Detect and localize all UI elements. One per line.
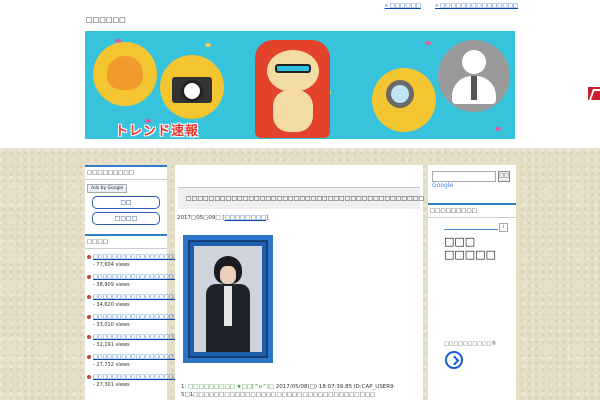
ad-block[interactable]: i □□□ □□□□□ □□□□□□□□□□® [436, 223, 508, 373]
ranking-views: - 38,909 views [93, 282, 130, 288]
ads-by-google[interactable]: Ads by Google [87, 184, 128, 193]
ad-text-line1: □□□ [444, 235, 476, 248]
banner-logo: トレンド速報 [115, 124, 200, 139]
heart-decoration [205, 43, 211, 47]
ranking-list: □□□□□□□□□□□□□□□□□□□□□□□□□ - 77,604 views… [85, 253, 211, 389]
site-title[interactable]: □□□□□□ [86, 16, 126, 24]
ranking-views: - 32,191 views [93, 342, 130, 348]
right-widget-title: □□□□□□□□□ [428, 203, 516, 218]
bullet-icon [87, 315, 91, 319]
main-content: □□□□□□□□□□□□□□□□□□□□□□□□□□□□□□□□□□□□□□□□… [175, 165, 424, 400]
google-logo: Google [432, 182, 454, 189]
list-item: □□□□□□□□□□□□□□□□□□□□□□□□ - 33,010 views [87, 313, 206, 329]
ad-text-line2: □□□□□ [444, 248, 496, 261]
ad-line [444, 229, 498, 230]
ranking-title: □□□□ [85, 234, 167, 249]
list-item: □□□□□□□□□□□□□□□□□□□□□□□□ - 27,301 views [87, 373, 206, 389]
sidebar-button-2[interactable]: □□□□ [92, 212, 160, 225]
bullet-icon [87, 335, 91, 339]
post-photo-frame [183, 235, 273, 363]
comment-name: □□□□□□□□□ ★□□[^o^]□ [188, 384, 275, 390]
sidebar-button-1[interactable]: □□ [92, 196, 160, 209]
list-item: □□□□□□□□□□□□□□□□□□□□□□□□ - 32,191 views [87, 333, 206, 349]
bullet-icon [87, 255, 91, 259]
list-item: □□□□□□□□□□□□□□□□□□□□□□□□ - 38,909 views [87, 273, 206, 289]
bullet-icon [87, 355, 91, 359]
bullet-icon [87, 275, 91, 279]
ad-info-icon[interactable]: i [499, 223, 508, 232]
flash-icon[interactable] [588, 87, 600, 100]
list-item: □□□□□□□□□□□□□□□□□□□□□□□□ - 27,732 views [87, 353, 206, 369]
post-category-link[interactable]: □□□□□□□□ [224, 215, 266, 221]
left-sidebar: □□□□□□□□□ Ads by Google □□ □□□□ □□□□ □□□… [85, 165, 211, 400]
ad-arrow-icon[interactable] [445, 351, 463, 369]
ad-text: □□□ □□□□□ [444, 235, 496, 261]
list-item: □□□□□□□□□□□□□□□□□□□□□□□□ - 34,620 views [87, 293, 206, 309]
bullet-icon [87, 295, 91, 299]
top-link-2[interactable]: □□□□□□□□□□□□□□□ [435, 3, 518, 9]
comment-meta: 2017/05/08(□) 18:07:39.85 ID:CAP_USER9· [275, 384, 396, 390]
post-photo[interactable] [194, 246, 262, 352]
google-search-input[interactable] [432, 171, 496, 182]
camera-icon [160, 55, 224, 119]
right-sidebar: □□ Google □□□□□□□□□ i □□□ □□□□□ □□□□□□□□… [428, 165, 516, 400]
lip-decoration [495, 127, 501, 131]
bear-mascot-icon [255, 40, 330, 138]
top-links: □□□□□□ □□□□□□□□□□□□□□□ [385, 3, 518, 9]
magnifier-icon [372, 68, 436, 132]
top-link-1[interactable]: □□□□□□ [385, 3, 421, 9]
ranking-views: - 33,010 views [93, 322, 130, 328]
lip-decoration [425, 41, 431, 45]
google-search-button[interactable]: □□ [498, 171, 510, 182]
comment-body: 5□1□□□□□□□□□□□□□□□□□□□□□□□□□□□□□□□□□□□ [181, 392, 376, 398]
ranking-views: - 34,620 views [93, 302, 130, 308]
bullet-icon [87, 375, 91, 379]
comment: 1: □□□□□□□□□ ★□□[^o^]□ 2017/05/08(□) 18:… [181, 383, 421, 399]
businessman-icon [438, 40, 510, 112]
post-meta: 2017□05□09□ [□□□□□□□□] [177, 215, 421, 221]
post-date-end: ] [266, 215, 269, 221]
ranking-views: - 77,604 views [93, 262, 130, 268]
post-title[interactable]: □□□□□□□□□□□□□□□□□□□□□□□□□□□□□□□□□□□□□□□□… [178, 187, 424, 209]
post-date: 2017□05□09□ [ [177, 215, 225, 221]
ad-small-text: □□□□□□□□□□® [444, 341, 497, 347]
ranking-views: - 27,301 views [93, 382, 130, 388]
list-item: □□□□□□□□□□□□□□□□□□□□□□□□□ - 77,604 views [87, 253, 211, 269]
heart-pulse-icon [93, 42, 157, 106]
search-widget-title: □□□□□□□□□ [85, 165, 167, 180]
ranking-views: - 27,732 views [93, 362, 130, 368]
